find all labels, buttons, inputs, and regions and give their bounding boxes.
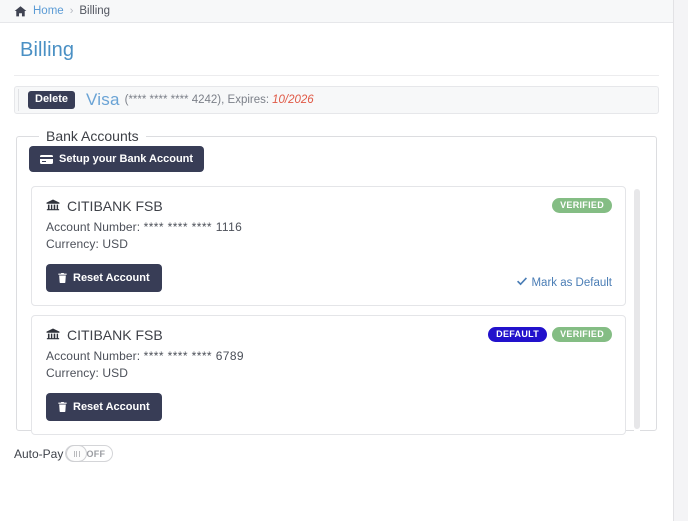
page-scrollbar[interactable] bbox=[673, 0, 688, 521]
credit-card-row: Delete Visa (**** **** **** 4242), Expir… bbox=[14, 86, 659, 114]
title-divider bbox=[14, 75, 659, 76]
card-number-mask: (**** **** **** 4242), Expires: bbox=[124, 94, 270, 106]
bank-icon bbox=[46, 199, 60, 213]
body-wrapper: Billing Delete Visa (**** **** **** 4242… bbox=[0, 39, 673, 462]
account-number-label: Account Number: bbox=[46, 220, 141, 234]
bank-account-card: VERIFIED CITIBANK FSB Account Number: **… bbox=[31, 186, 626, 306]
bank-accounts-section: Bank Accounts Setup your Bank Account VE… bbox=[16, 128, 657, 435]
billing-page: Home › Billing Billing Delete Visa (****… bbox=[0, 0, 688, 521]
trash-icon bbox=[58, 273, 67, 283]
reset-account-button[interactable]: Reset Account bbox=[46, 393, 162, 421]
setup-bank-account-button[interactable]: Setup your Bank Account bbox=[29, 146, 205, 172]
currency-value: USD bbox=[102, 237, 128, 251]
reset-account-label: Reset Account bbox=[73, 272, 150, 284]
breadcrumb-home-link[interactable]: Home bbox=[33, 5, 64, 17]
breadcrumb-separator: › bbox=[69, 5, 74, 17]
trash-icon bbox=[58, 402, 67, 412]
reset-account-button[interactable]: Reset Account bbox=[46, 264, 162, 292]
currency-label: Currency: bbox=[46, 237, 99, 251]
bank-name-label: CITIBANK FSB bbox=[67, 327, 163, 343]
account-badges: DEFAULT VERIFIED bbox=[488, 327, 612, 342]
reset-account-label: Reset Account bbox=[73, 401, 150, 413]
currency-label: Currency: bbox=[46, 366, 99, 380]
mark-as-default-label: Mark as Default bbox=[531, 277, 612, 289]
accounts-scroll-region: VERIFIED CITIBANK FSB Account Number: **… bbox=[31, 186, 642, 438]
status-badge-verified: VERIFIED bbox=[552, 198, 612, 213]
currency-value: USD bbox=[102, 366, 128, 380]
bank-account-card: DEFAULT VERIFIED CITIBANK FSB Account Nu… bbox=[31, 315, 626, 435]
account-number-value: **** **** **** 6789 bbox=[143, 349, 244, 363]
breadcrumb-current: Billing bbox=[79, 5, 111, 17]
bank-name-label: CITIBANK FSB bbox=[67, 198, 163, 214]
page-title: Billing bbox=[20, 39, 75, 61]
credit-card-icon bbox=[40, 154, 53, 164]
accounts-scrollbar-thumb[interactable] bbox=[634, 189, 640, 429]
status-badge-verified: VERIFIED bbox=[552, 327, 612, 342]
home-icon bbox=[14, 5, 27, 18]
status-badge-default: DEFAULT bbox=[488, 327, 548, 342]
setup-bank-account-label: Setup your Bank Account bbox=[59, 153, 194, 165]
currency-row: Currency: USD bbox=[46, 366, 611, 380]
card-expiry-value: 10/2026 bbox=[272, 94, 314, 106]
account-number-row: Account Number: **** **** **** 1116 bbox=[46, 220, 611, 234]
grip-line bbox=[78, 450, 80, 457]
account-number-label: Account Number: bbox=[46, 349, 141, 363]
currency-row: Currency: USD bbox=[46, 237, 611, 251]
autopay-state-text: OFF bbox=[86, 448, 106, 459]
delete-card-button[interactable]: Delete bbox=[28, 91, 76, 109]
page-content: Home › Billing Billing Delete Visa (****… bbox=[0, 0, 673, 521]
accounts-scrollbar[interactable] bbox=[634, 189, 640, 435]
autopay-toggle[interactable]: OFF bbox=[65, 445, 114, 462]
bank-name-row: CITIBANK FSB bbox=[46, 198, 611, 214]
bank-icon bbox=[46, 328, 60, 342]
strip-divider bbox=[18, 89, 19, 111]
grip-line bbox=[73, 450, 75, 457]
autopay-toggle-knob[interactable] bbox=[66, 445, 88, 462]
accounts-list: VERIFIED CITIBANK FSB Account Number: **… bbox=[31, 186, 642, 435]
check-icon bbox=[517, 277, 528, 289]
breadcrumb: Home › Billing bbox=[0, 0, 673, 23]
account-number-value: **** **** **** 1116 bbox=[143, 220, 243, 234]
bank-accounts-legend: Bank Accounts bbox=[46, 128, 139, 144]
autopay-row: Auto-Pay OFF bbox=[14, 445, 659, 462]
account-number-row: Account Number: **** **** **** 6789 bbox=[46, 349, 611, 363]
account-badges: VERIFIED bbox=[552, 198, 612, 213]
mark-as-default-link[interactable]: Mark as Default bbox=[517, 277, 612, 289]
grip-line bbox=[76, 450, 78, 457]
card-brand-label: Visa bbox=[86, 90, 120, 109]
autopay-label: Auto-Pay bbox=[14, 446, 64, 461]
